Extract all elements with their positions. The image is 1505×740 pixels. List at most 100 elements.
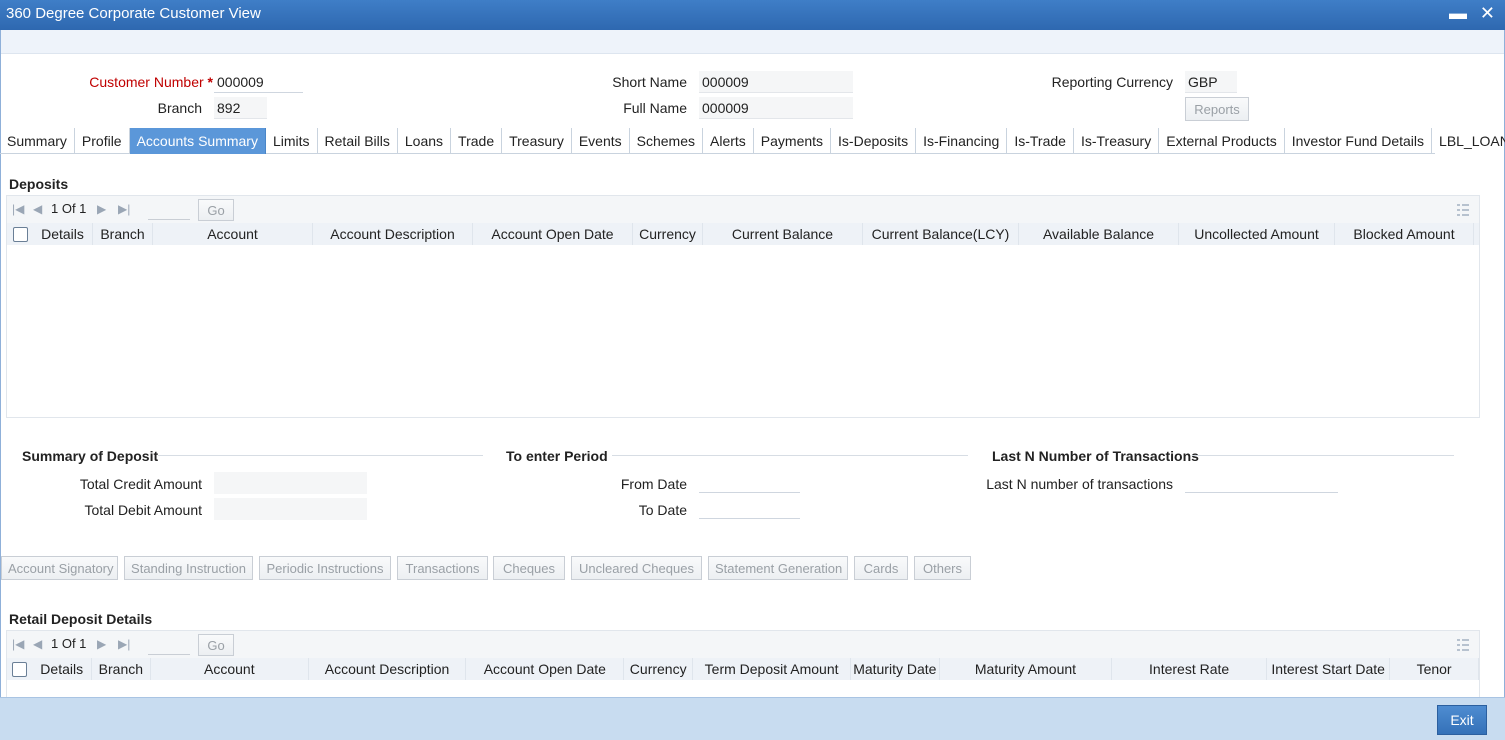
short-name-input[interactable] [699,71,853,93]
column-settings-icon[interactable] [1457,639,1469,651]
period-title: To enter Period [506,448,608,464]
tab-treasury[interactable]: Treasury [502,128,572,154]
reporting-currency-input[interactable] [1185,71,1237,93]
column-header[interactable]: Branch [93,223,153,245]
page-number-input[interactable] [148,200,190,220]
customer-number-input[interactable] [214,71,303,93]
column-header[interactable]: Account Description [309,658,467,680]
full-name-input[interactable] [699,97,853,119]
column-header[interactable]: Available Balance [1019,223,1179,245]
window-title: 360 Degree Corporate Customer View [6,5,261,22]
exit-button[interactable]: Exit [1437,705,1487,735]
customer-number-label: Customer Number * [60,74,213,90]
branch-input[interactable] [214,97,267,119]
go-button[interactable]: Go [198,199,234,221]
column-header[interactable]: Account Open Date [473,223,633,245]
select-all-cell [7,223,33,245]
column-header[interactable]: Maturity Amount [940,658,1113,680]
cheques-button[interactable]: Cheques [493,556,565,580]
column-header[interactable]: Account Open Date [466,658,625,680]
page-number-input[interactable] [148,635,190,655]
footer-bar: Exit [0,697,1505,740]
column-header[interactable]: Current Balance [703,223,863,245]
divider [158,455,483,456]
column-header[interactable]: Interest Rate [1112,658,1267,680]
last-page-icon[interactable]: ▶| [118,637,130,651]
tab-external-products[interactable]: External Products [1159,128,1285,154]
uncleared-cheques-button[interactable]: Uncleared Cheques [571,556,702,580]
first-page-icon[interactable]: |◀ [12,637,24,651]
cards-button[interactable]: Cards [854,556,908,580]
column-header[interactable]: Maturity Date [851,658,940,680]
column-header[interactable]: Currency [624,658,694,680]
from-date-input[interactable] [699,471,800,493]
page-indicator: 1 Of 1 [51,201,87,216]
last-page-icon[interactable]: ▶| [118,202,130,216]
standing-instruction-button[interactable]: Standing Instruction [124,556,253,580]
deposits-pager: |◀ ◀ 1 Of 1 ▶ ▶| Go [7,196,1479,223]
tab-is-deposits[interactable]: Is-Deposits [831,128,917,154]
column-header[interactable]: Currency [633,223,703,245]
tab-accounts-summary[interactable]: Accounts Summary [129,128,266,154]
select-all-cell [7,658,33,680]
total-debit-input[interactable] [214,498,367,520]
first-page-icon[interactable]: |◀ [12,202,24,216]
last-n-input[interactable] [1185,471,1338,493]
tab-profile[interactable]: Profile [75,128,130,154]
summary-of-deposit-title: Summary of Deposit [22,448,159,464]
next-page-icon[interactable]: ▶ [97,202,106,216]
tab-schemes[interactable]: Schemes [630,128,703,154]
account-signatory-button[interactable]: Account Signatory [1,556,118,580]
deposits-title: Deposits [9,176,69,192]
tab-trade[interactable]: Trade [451,128,503,154]
column-header[interactable]: Account [153,223,313,245]
retail-pager: |◀ ◀ 1 Of 1 ▶ ▶| Go [7,631,1479,658]
statement-generation-button[interactable]: Statement Generation [708,556,848,580]
column-settings-icon[interactable] [1457,204,1469,216]
go-button[interactable]: Go [198,634,234,656]
tab-alerts[interactable]: Alerts [703,128,754,154]
tab-lbl-loan-fll[interactable]: LBL_LOAN_FLL [1432,128,1505,154]
column-header[interactable]: Tenor [1390,658,1479,680]
column-header[interactable]: Branch [92,658,151,680]
close-icon[interactable]: ✕ [1480,3,1495,24]
periodic-instructions-button[interactable]: Periodic Instructions [259,556,391,580]
minimize-icon[interactable]: ▬ [1449,3,1467,24]
column-header[interactable]: Account [151,658,309,680]
tab-events[interactable]: Events [572,128,630,154]
branch-label: Branch [157,100,202,116]
next-page-icon[interactable]: ▶ [97,637,106,651]
reports-button[interactable]: Reports [1185,97,1249,121]
transactions-button[interactable]: Transactions [397,556,488,580]
tab-loans[interactable]: Loans [398,128,452,154]
total-debit-label: Total Debit Amount [84,502,202,518]
to-date-input[interactable] [699,497,800,519]
select-all-checkbox[interactable] [12,661,28,677]
column-header[interactable]: Interest Start Date [1267,658,1391,680]
total-credit-input[interactable] [214,472,367,494]
tab-is-treasury[interactable]: Is-Treasury [1074,128,1160,154]
tab-payments[interactable]: Payments [754,128,832,154]
from-date-label: From Date [620,476,687,492]
column-header[interactable]: Uncollected Amount [1179,223,1335,245]
tab-investor-fund-details[interactable]: Investor Fund Details [1285,128,1433,154]
tab-is-financing[interactable]: Is-Financing [916,128,1008,154]
prev-page-icon[interactable]: ◀ [33,637,42,651]
column-header[interactable]: Blocked Amount [1335,223,1474,245]
column-header[interactable]: Account Description [313,223,473,245]
tab-retail-bills[interactable]: Retail Bills [318,128,398,154]
column-header[interactable]: Term Deposit Amount [693,658,851,680]
column-header[interactable]: Details [33,223,93,245]
tab-limits[interactable]: Limits [266,128,318,154]
prev-page-icon[interactable]: ◀ [33,202,42,216]
last-n-label: Last N number of transactions [986,476,1173,492]
divider [1192,455,1454,456]
tab-is-trade[interactable]: Is-Trade [1007,128,1074,154]
others-button[interactable]: Others [914,556,971,580]
select-all-checkbox[interactable] [12,226,28,242]
tab-summary[interactable]: Summary [0,128,75,154]
column-header[interactable]: Current Balance(LCY) [863,223,1019,245]
toolbar-strip [1,30,1504,54]
column-header[interactable]: Details [33,658,92,680]
customer-number-label-text: Customer Number [89,74,204,90]
